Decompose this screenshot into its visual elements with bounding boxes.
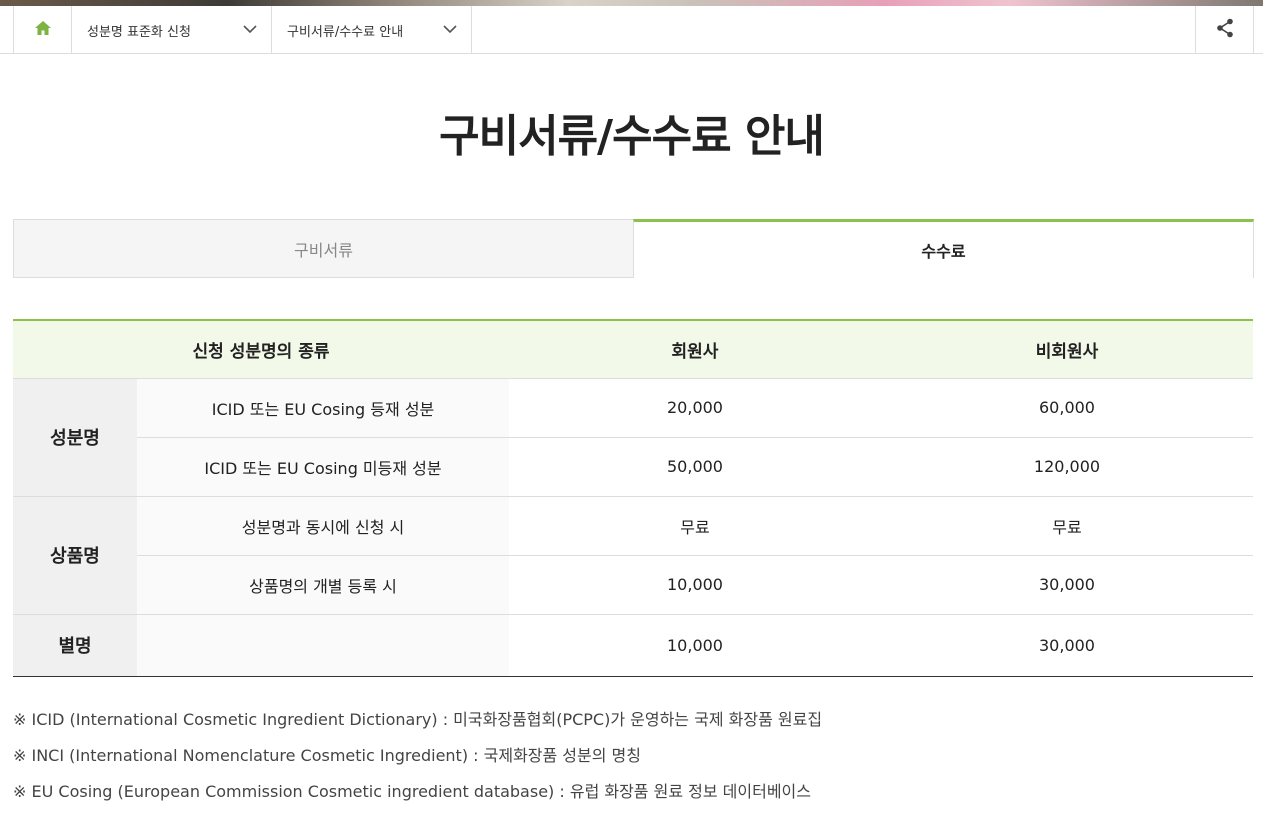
row-nonmember-fee: 30,000 (881, 555, 1253, 615)
header-application-type: 신청 성분명의 종류 (13, 319, 509, 379)
group-label: 상품명 (13, 496, 137, 615)
row-type: 상품명의 개별 등록 시 (137, 555, 509, 615)
table-row: ICID 또는 EU Cosing 미등재 성분 50,000 120,000 (13, 437, 1253, 497)
breadcrumb-select-page-label: 구비서류/수수료 안내 (287, 24, 404, 40)
chevron-down-icon (443, 23, 457, 38)
row-member-fee: 무료 (509, 496, 881, 556)
row-nonmember-fee: 120,000 (881, 437, 1253, 497)
footnote-eu-cosing: ※ EU Cosing (European Commission Cosmeti… (13, 782, 811, 801)
group-label: 성분명 (13, 378, 137, 497)
table-row: 성분명 ICID 또는 EU Cosing 등재 성분 20,000 60,00… (13, 378, 1253, 497)
breadcrumb-select-page[interactable]: 구비서류/수수료 안내 (272, 6, 472, 54)
row-member-fee: 10,000 (509, 555, 881, 615)
tab-fees[interactable]: 수수료 (633, 219, 1254, 278)
header-nonmember: 비회원사 (881, 319, 1253, 379)
page-title: 구비서류/수수료 안내 (439, 111, 825, 162)
row-type (137, 614, 509, 677)
breadcrumb-select-category-label: 성분명 표준화 신청 (87, 24, 191, 40)
row-type: ICID 또는 EU Cosing 등재 성분 (137, 378, 509, 438)
footnote-icid: ※ ICID (International Cosmetic Ingredien… (13, 710, 823, 729)
row-type: 성분명과 동시에 신청 시 (137, 496, 509, 556)
home-icon (34, 20, 52, 40)
row-nonmember-fee: 무료 (881, 496, 1253, 556)
table-row: 상품명의 개별 등록 시 10,000 30,000 (13, 555, 1253, 615)
share-button[interactable] (1195, 6, 1254, 54)
share-icon (1216, 18, 1234, 42)
table-header-row: 신청 성분명의 종류 회원사 비회원사 (13, 319, 1253, 379)
row-type: ICID 또는 EU Cosing 미등재 성분 (137, 437, 509, 497)
row-nonmember-fee: 30,000 (881, 614, 1253, 677)
row-nonmember-fee: 60,000 (881, 378, 1253, 438)
header-member: 회원사 (509, 319, 881, 379)
tab-documents[interactable]: 구비서류 (13, 219, 634, 278)
row-member-fee: 10,000 (509, 614, 881, 677)
chevron-down-icon (243, 23, 257, 38)
table-row: 별명 10,000 30,000 (13, 614, 1253, 677)
table-row: 상품명 성분명과 동시에 신청 시 무료 무료 (13, 496, 1253, 615)
row-member-fee: 50,000 (509, 437, 881, 497)
footnote-inci: ※ INCI (International Nomenclature Cosme… (13, 746, 641, 765)
row-member-fee: 20,000 (509, 378, 881, 438)
fee-table: 신청 성분명의 종류 회원사 비회원사 성분명 ICID 또는 EU Cosin… (13, 319, 1253, 677)
footnotes: ※ ICID (International Cosmetic Ingredien… (13, 702, 822, 810)
group-label: 별명 (13, 614, 137, 677)
breadcrumb: 성분명 표준화 신청 구비서류/수수료 안내 (0, 6, 1263, 54)
breadcrumb-select-category[interactable]: 성분명 표준화 신청 (72, 6, 272, 54)
home-button[interactable] (13, 6, 72, 54)
